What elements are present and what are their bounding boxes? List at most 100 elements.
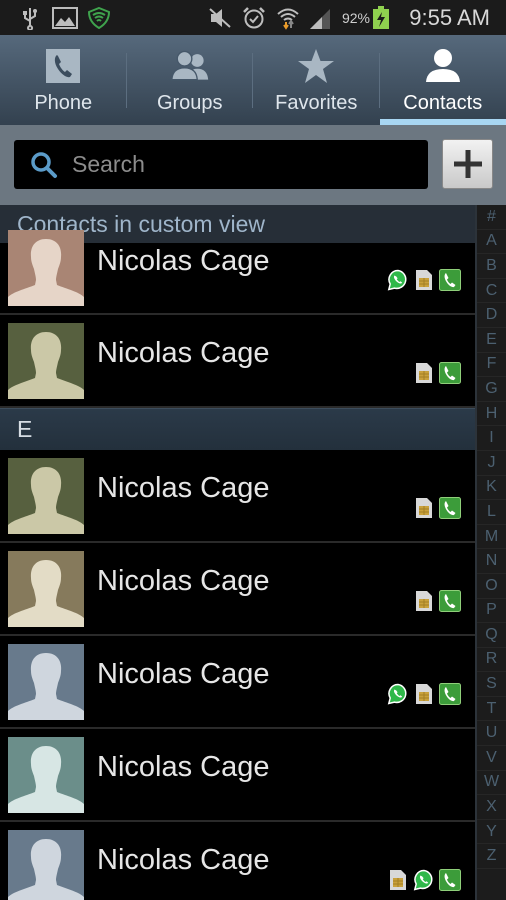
contact-row[interactable]: Nicolas Cage: [0, 822, 475, 900]
signal-icon: [308, 0, 332, 35]
alarm-icon: [242, 0, 266, 35]
index-letter[interactable]: U: [477, 721, 506, 747]
contacts-group-before: Nicolas Cage Nicolas Cage: [0, 230, 475, 408]
contact-name: Nicolas Cage: [97, 245, 270, 277]
index-letter[interactable]: D: [477, 303, 506, 328]
tab-favorites[interactable]: Favorites: [253, 35, 380, 125]
index-letter[interactable]: M: [477, 525, 506, 550]
tab-favorites-label: Favorites: [275, 92, 358, 114]
search-area: [0, 125, 506, 205]
mute-icon: [208, 0, 232, 35]
search-box[interactable]: [14, 140, 428, 189]
index-letter[interactable]: A: [477, 230, 506, 255]
contact-name: Nicolas Cage: [97, 565, 270, 597]
default-person-avatar-icon: [8, 830, 84, 900]
index-letter[interactable]: K: [477, 476, 506, 501]
clock: 9:55 AM: [409, 4, 490, 30]
contact-row[interactable]: Nicolas Cage: [0, 729, 475, 822]
default-person-avatar-icon: [8, 551, 84, 627]
avatar[interactable]: [8, 458, 84, 534]
avatar[interactable]: [8, 644, 84, 720]
index-letter[interactable]: W: [477, 771, 506, 796]
default-person-avatar-icon: [8, 458, 84, 534]
call-icon[interactable]: [439, 269, 461, 295]
index-letter[interactable]: Z: [477, 844, 506, 870]
sim-card-icon: [413, 590, 435, 616]
sim-card-icon: [413, 497, 435, 523]
call-icon[interactable]: [439, 869, 461, 895]
tab-contacts[interactable]: Contacts: [379, 35, 506, 125]
alphabet-index[interactable]: # A B C D E F G H I J K L M N O P Q R S T U V W X Y Z: [475, 205, 506, 900]
index-letter[interactable]: F: [477, 353, 506, 378]
index-letter[interactable]: Q: [477, 623, 506, 648]
index-letter[interactable]: Y: [477, 820, 506, 845]
contact-row[interactable]: Nicolas Cage: [0, 230, 475, 315]
contact-row[interactable]: Nicolas Cage: [0, 636, 475, 729]
phone-icon: [43, 46, 83, 86]
section-header-e: E: [0, 408, 475, 450]
call-icon[interactable]: [439, 362, 461, 388]
security-shield-icon: [88, 0, 110, 35]
default-person-avatar-icon: [8, 737, 84, 813]
add-contact-button[interactable]: [442, 139, 493, 189]
index-letter[interactable]: E: [477, 328, 506, 353]
sim-card-icon: [387, 869, 409, 895]
battery-charging-icon: [372, 0, 390, 35]
avatar[interactable]: [8, 737, 84, 813]
contact-row[interactable]: Nicolas Cage: [0, 450, 475, 543]
index-letter[interactable]: H: [477, 402, 506, 427]
index-letter[interactable]: V: [477, 746, 506, 771]
star-icon: [296, 46, 336, 86]
tab-groups[interactable]: Groups: [127, 35, 253, 125]
search-input[interactable]: [72, 151, 412, 178]
avatar[interactable]: [8, 551, 84, 627]
tab-phone[interactable]: Phone: [0, 35, 127, 125]
wifi-icon: [276, 0, 300, 35]
search-icon: [31, 151, 57, 178]
index-letter[interactable]: #: [477, 205, 506, 230]
index-letter[interactable]: G: [477, 377, 506, 402]
index-letter[interactable]: J: [477, 451, 506, 476]
index-letter[interactable]: O: [477, 574, 506, 599]
index-letter[interactable]: I: [477, 426, 506, 451]
tab-bar: Phone Groups Favorites Contacts: [0, 35, 506, 125]
contact-list[interactable]: Contacts in custom view Nicolas Cage Nico…: [0, 205, 475, 900]
status-bar: 92% 9:55 AM: [0, 0, 506, 35]
avatar[interactable]: [8, 230, 84, 306]
whatsapp-icon: [387, 683, 409, 709]
call-icon[interactable]: [439, 497, 461, 523]
call-icon[interactable]: [439, 683, 461, 709]
index-letter[interactable]: S: [477, 672, 506, 697]
index-letter[interactable]: L: [477, 500, 506, 525]
usb-icon: [22, 0, 38, 35]
contacts-group-e: Nicolas Cage Nicolas Cage Nicolas Cage Nico…: [0, 450, 475, 900]
call-icon[interactable]: [439, 590, 461, 616]
default-person-avatar-icon: [8, 323, 84, 399]
index-letter[interactable]: T: [477, 697, 506, 722]
sim-card-icon: [413, 362, 435, 388]
avatar[interactable]: [8, 830, 84, 900]
contact-row[interactable]: Nicolas Cage: [0, 543, 475, 636]
contact-badges: [387, 869, 461, 895]
index-letter[interactable]: B: [477, 254, 506, 279]
gallery-icon: [52, 0, 78, 35]
avatar[interactable]: [8, 323, 84, 399]
default-person-avatar-icon: [8, 230, 84, 306]
index-letter[interactable]: C: [477, 279, 506, 304]
index-letter[interactable]: P: [477, 599, 506, 624]
battery-percent: 92%: [341, 9, 370, 26]
contact-name: Nicolas Cage: [97, 472, 270, 504]
index-letter[interactable]: X: [477, 795, 506, 820]
index-letter[interactable]: N: [477, 549, 506, 574]
person-icon: [423, 46, 463, 86]
contact-row[interactable]: Nicolas Cage: [0, 315, 475, 408]
tab-phone-label: Phone: [34, 92, 93, 114]
contact-badges: [413, 497, 461, 523]
contact-badges: [387, 269, 461, 295]
contact-name: Nicolas Cage: [97, 337, 270, 369]
contact-name: Nicolas Cage: [97, 751, 270, 783]
groups-icon: [170, 46, 210, 86]
whatsapp-icon: [413, 869, 435, 895]
contact-badges: [387, 683, 461, 709]
index-letter[interactable]: R: [477, 648, 506, 673]
